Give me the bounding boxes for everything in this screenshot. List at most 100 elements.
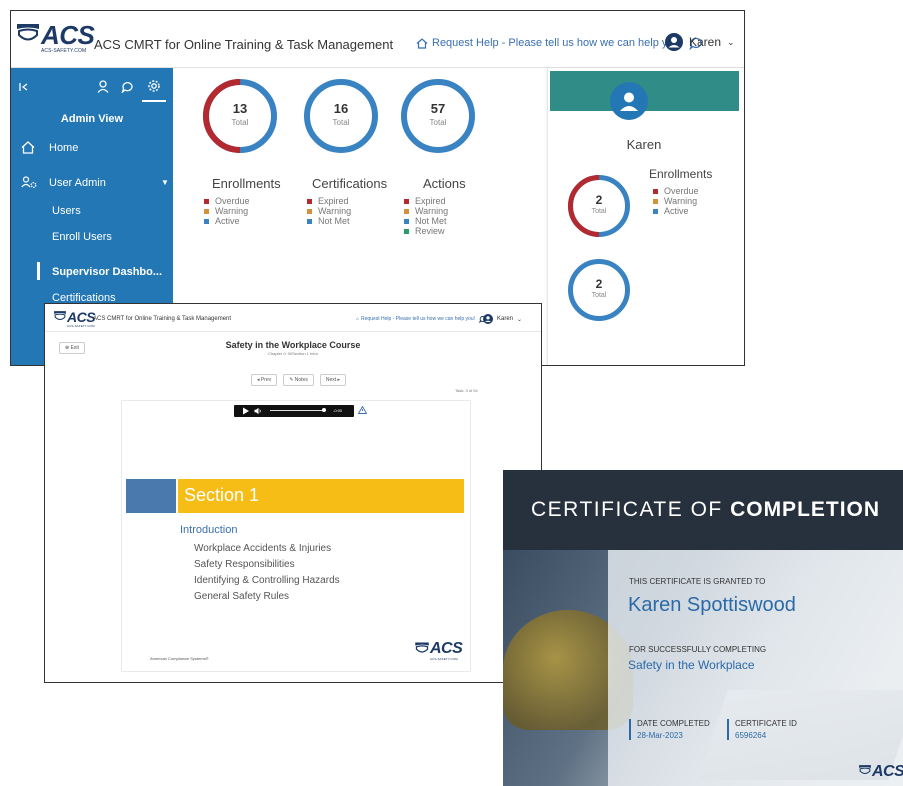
legend-item: Review: [404, 226, 448, 236]
legend-label: Warning: [664, 196, 698, 206]
user-avatar-icon: [483, 314, 493, 324]
certificate-heading: CERTIFICATE OF COMPLETION: [531, 498, 880, 522]
enrollments-donut[interactable]: 13 Total: [202, 78, 278, 154]
admin-view-label: Admin View: [60, 113, 124, 125]
acs-logo[interactable]: ACS ACS-SAFETY.COM: [15, 22, 95, 54]
sidebar-toolbar: [11, 78, 173, 102]
acs-logo-mark-icon: [17, 24, 39, 41]
acs-logo[interactable]: ACS ACS-SAFETY.COM: [53, 310, 96, 328]
sidebar-item-enroll-users[interactable]: Enroll Users: [52, 231, 112, 243]
legend-item: Not Met: [404, 216, 448, 226]
certificate-id-value: 6596264: [735, 731, 767, 740]
sidebar-item-label: Supervisor Dashbo...: [52, 266, 163, 278]
date-completed-field: DATE COMPLETED 28-Mar-2023: [629, 719, 710, 740]
chevron-down-icon: ⌄: [517, 316, 523, 323]
next-button[interactable]: Next ▸: [319, 374, 347, 386]
donut-caption: Total: [591, 208, 607, 215]
app-title: ACS CMRT for Online Training & Task Mana…: [94, 37, 394, 52]
user-name: Karen: [497, 316, 514, 322]
certifications-legend: Expired Warning Not Met: [307, 196, 351, 226]
legend-swatch: [307, 208, 312, 214]
user-avatar-icon: [620, 92, 638, 111]
audio-player[interactable]: -0:00: [234, 405, 354, 417]
legend-item: Warning: [307, 206, 351, 216]
donut-ring: [203, 79, 277, 153]
acs-logo-sub: ACS-SAFETY.COM: [430, 657, 458, 661]
collapse-sidebar-icon[interactable]: [19, 81, 31, 93]
course-slide: -0:00 Section 1 Introduction Workplace A…: [121, 400, 471, 672]
profile-name: Karen: [626, 137, 662, 152]
sidebar-item-users[interactable]: Users: [52, 205, 81, 217]
course-header: ACS ACS-SAFETY.COM ACS CMRT for Online T…: [45, 304, 541, 332]
prev-button[interactable]: ◂ Prev: [251, 374, 278, 386]
app-title: ACS CMRT for Online Training & Task Mana…: [93, 316, 232, 322]
request-help-link[interactable]: ⌂ Request Help - Please tell us how we c…: [356, 315, 487, 323]
user-admin-icon: [21, 176, 37, 188]
chevron-right-icon: ▸: [337, 377, 341, 383]
caret-down-icon[interactable]: ▼: [161, 178, 169, 187]
legend-item: Overdue: [653, 186, 699, 196]
home-icon: [416, 37, 428, 49]
list-item: General Safety Rules: [194, 591, 290, 602]
acs-logo-text: ACS: [430, 640, 463, 657]
certifications-donut[interactable]: 16 Total: [303, 78, 379, 154]
request-help-link[interactable]: Request Help - Please tell us how we can…: [416, 36, 703, 50]
legend-item: Expired: [307, 196, 351, 206]
donut-value: 2: [595, 193, 603, 207]
legend-item: Warning: [204, 206, 250, 216]
completed-course-name: Safety in the Workplace: [628, 658, 755, 672]
course-window: ACS ACS-SAFETY.COM ACS CMRT for Online T…: [44, 303, 542, 683]
legend-label: Warning: [415, 206, 449, 216]
volume-icon[interactable]: [254, 407, 262, 415]
legend-swatch: [307, 218, 312, 224]
user-menu[interactable]: Karen ⌄: [665, 33, 735, 51]
audio-progress-track[interactable]: [270, 410, 324, 411]
audio-progress-handle[interactable]: [322, 408, 326, 412]
user-name: Karen: [689, 35, 722, 49]
legend-swatch: [404, 218, 409, 224]
intro-heading: Introduction: [180, 524, 238, 536]
enrollments-title: Enrollments: [212, 176, 281, 191]
donut-caption: Total: [429, 118, 447, 127]
chat-icon[interactable]: [121, 80, 134, 93]
sidebar-item-home[interactable]: Home: [21, 141, 78, 154]
warning-icon[interactable]: [358, 406, 367, 414]
donut-ring: [401, 79, 475, 153]
profile-avatar: [610, 82, 648, 120]
date-completed-value: 28-Mar-2023: [637, 731, 683, 740]
donut-value: 57: [430, 101, 446, 116]
topic-list: Workplace Accidents & Injuries Safety Re…: [194, 541, 340, 605]
notes-button[interactable]: ✎ Notes: [283, 374, 314, 386]
legend-swatch: [404, 208, 409, 214]
request-help-label: Request Help - Please tell us how we can…: [361, 316, 475, 322]
audio-time: -0:00: [333, 408, 343, 413]
legend-label: Expired: [415, 196, 446, 206]
notes-icon: ✎: [289, 377, 294, 383]
actions-donut[interactable]: 57 Total: [400, 78, 476, 154]
notes-label: Notes: [294, 377, 308, 383]
gear-icon[interactable]: [147, 79, 161, 93]
dashboard-header: ACS ACS-SAFETY.COM ACS CMRT for Online T…: [11, 11, 744, 68]
legend-item: Not Met: [307, 216, 351, 226]
legend-item: Overdue: [204, 196, 250, 206]
donut-value: 13: [232, 101, 248, 116]
donut-value: 2: [595, 277, 603, 291]
play-icon[interactable]: [242, 407, 250, 415]
profile-enrollments-donut[interactable]: 2 Total: [567, 174, 631, 238]
sidebar-item-supervisor-dashboard[interactable]: Supervisor Dashbo...: [52, 266, 162, 278]
legend-label: Warning: [215, 206, 249, 216]
legend-swatch: [404, 228, 409, 234]
legend-item: Warning: [404, 206, 448, 216]
legend-swatch: [653, 188, 658, 194]
request-help-label: Request Help - Please tell us how we can…: [432, 37, 683, 49]
donut-value: 16: [333, 101, 349, 116]
chevron-down-icon: ⌄: [727, 36, 735, 47]
certificate-id-field: CERTIFICATE ID 6596264: [727, 719, 797, 740]
donut-caption: Total: [332, 118, 350, 127]
sidebar-item-user-admin[interactable]: User Admin: [21, 176, 106, 189]
course-title: Safety in the Workplace Course: [225, 340, 361, 350]
user-menu[interactable]: Karen ⌄: [483, 314, 522, 324]
legend-label: Active: [664, 206, 689, 216]
person-icon[interactable]: [97, 80, 109, 93]
profile-second-donut[interactable]: 2 Total: [567, 258, 631, 322]
